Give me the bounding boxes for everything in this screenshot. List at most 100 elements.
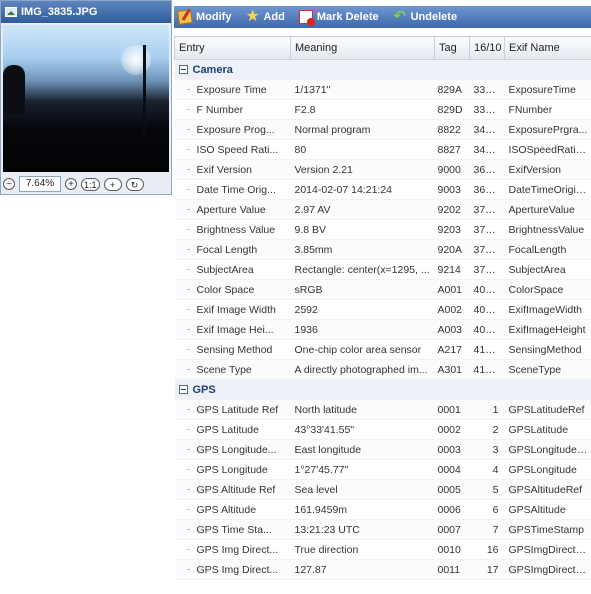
- add-button[interactable]: ★ Add: [245, 9, 285, 25]
- table-row[interactable]: GPS Img Direct... True direction 0010 16 GPS…: [174, 539, 591, 560]
- cell-meaning: 1936: [290, 319, 435, 340]
- cell-meaning: 3.85mm: [290, 239, 435, 260]
- group-row-camera[interactable]: Camera: [174, 59, 591, 80]
- delete-icon: [298, 10, 315, 26]
- column-header-tag[interactable]: Tag: [434, 36, 470, 60]
- column-header-decimal[interactable]: 16/10: [469, 36, 505, 60]
- cell-exif-name: GPSAltitude: [504, 499, 591, 520]
- table-row[interactable]: Date Time Orig... 2014-02-07 14:21:24 9003…: [174, 179, 591, 200]
- cell-tag: A001: [434, 279, 470, 300]
- table-row[interactable]: GPS Altitude 161.9459m 0006 6 GPSAltitude: [174, 499, 591, 520]
- cell-entry: GPS Altitude Ref: [174, 479, 291, 500]
- cell-tag: 0004: [434, 459, 470, 480]
- table-row[interactable]: Aperture Value 2.97 AV 9202 37378 ApertureVa…: [174, 199, 591, 220]
- cell-tag: 0005: [434, 479, 470, 500]
- table-row[interactable]: Exposure Prog... Normal program 8822 34850 E…: [174, 119, 591, 140]
- cell-exif-name: ExposurePrgra...: [504, 119, 591, 140]
- cell-exif-name: GPSImgDirectio...: [504, 539, 591, 560]
- cell-meaning: 2.97 AV: [290, 199, 435, 220]
- fit-window-button[interactable]: +: [103, 177, 122, 191]
- table-row[interactable]: Exif Version Version 2.21 9000 36864 ExifVer…: [174, 159, 591, 180]
- column-header-entry[interactable]: Entry: [174, 36, 291, 60]
- preview-filename: IMG_3835.JPG: [21, 6, 98, 18]
- cell-entry: Date Time Orig...: [174, 179, 291, 200]
- cell-exif-name: DateTimeOriginal: [504, 179, 591, 200]
- table-row[interactable]: GPS Time Sta... 13:21:23 UTC 0007 7 GPSTimeS…: [174, 519, 591, 540]
- table-row[interactable]: GPS Longitude 1°27'45.77" 0004 4 GPSLongitud…: [174, 459, 591, 480]
- undo-arrow-icon: ↶: [393, 8, 406, 25]
- table-row[interactable]: Brightness Value 9.8 BV 9203 37379 Brightnes…: [174, 219, 591, 240]
- table-row[interactable]: GPS Altitude Ref Sea level 0005 5 GPSAltitud…: [174, 479, 591, 500]
- rotate-button[interactable]: ↻: [125, 177, 144, 191]
- cell-entry: Aperture Value: [174, 199, 291, 220]
- cell-exif-name: SensingMethod: [504, 339, 591, 360]
- cell-tag: 9203: [434, 219, 470, 240]
- column-header-meaning[interactable]: Meaning: [290, 36, 435, 60]
- modify-button[interactable]: Modify: [177, 9, 232, 25]
- table-row[interactable]: Scene Type A directly photographed im... A…: [174, 359, 591, 380]
- cell-entry: Scene Type: [174, 359, 291, 380]
- cell-exif-name: BrightnessValue: [504, 219, 591, 240]
- cell-meaning: Version 2.21: [290, 159, 435, 180]
- cell-exif-name: FNumber: [504, 99, 591, 120]
- collapse-minus-icon[interactable]: [178, 385, 188, 395]
- zoom-out-button[interactable]: −: [3, 178, 15, 190]
- cell-exif-name: GPSAltitudeRef: [504, 479, 591, 500]
- exif-table-container[interactable]: Entry Meaning Tag 16/10 Exif Name Camera…: [174, 36, 591, 594]
- table-row[interactable]: Exif Image Hei... 1936 A003 40963 ExifImageH…: [174, 319, 591, 340]
- modify-label: Modify: [196, 11, 232, 23]
- undelete-button[interactable]: ↶ Undelete: [393, 8, 457, 25]
- table-row[interactable]: GPS Longitude... East longitude 0003 3 GPSLo…: [174, 439, 591, 460]
- column-header-exif-name[interactable]: Exif Name: [504, 36, 591, 60]
- cell-entry: Exif Version: [174, 159, 291, 180]
- table-row[interactable]: F Number F2.8 829D 33437 FNumber: [174, 99, 591, 120]
- table-header-row: Entry Meaning Tag 16/10 Exif Name: [174, 36, 591, 60]
- table-row[interactable]: Sensing Method One-chip color area sensor…: [174, 339, 591, 360]
- cell-meaning: 127.87: [290, 559, 435, 580]
- group-label: Camera: [192, 63, 233, 76]
- cell-meaning: F2.8: [290, 99, 435, 120]
- cell-entry: Sensing Method: [174, 339, 291, 360]
- add-label: Add: [263, 11, 285, 23]
- cell-meaning: Rectangle: center(x=1295, ...: [290, 259, 435, 280]
- table-row[interactable]: Color Space sRGB A001 40961 ColorSpace: [174, 279, 591, 300]
- table-row[interactable]: Exif Image Width 2592 A002 40962 ExifImageWi…: [174, 299, 591, 320]
- cell-meaning: 161.9459m: [290, 499, 435, 520]
- table-row[interactable]: Exposure Time 1/1371" 829A 33434 ExposureTim…: [174, 79, 591, 100]
- table-row[interactable]: SubjectArea Rectangle: center(x=1295, ...…: [174, 259, 591, 280]
- table-row[interactable]: ISO Speed Rati... 80 8827 34855 ISOSpeedRati…: [174, 139, 591, 160]
- group-row-gps[interactable]: GPS: [174, 379, 591, 400]
- cell-meaning: 9.8 BV: [290, 219, 435, 240]
- zoom-level-field[interactable]: 7.64%: [19, 176, 61, 192]
- actual-size-button[interactable]: 1:1: [81, 177, 100, 191]
- mark-delete-label: Mark Delete: [316, 11, 379, 23]
- cell-entry: Exif Image Hei...: [174, 319, 291, 340]
- image-preview-panel: IMG_3835.JPG − 7.64% + 1:1 + ↻: [0, 0, 172, 195]
- cell-exif-name: FocalLength: [504, 239, 591, 260]
- cell-decimal: 33437: [469, 99, 505, 120]
- cell-decimal: 40962: [469, 299, 505, 320]
- cell-decimal: 2: [469, 419, 505, 440]
- photo-thumbnail: [3, 25, 169, 172]
- table-row[interactable]: Focal Length 3.85mm 920A 37386 FocalLength: [174, 239, 591, 260]
- cell-entry: Focal Length: [174, 239, 291, 260]
- cell-tag: A301: [434, 359, 470, 380]
- cell-meaning: North latitude: [290, 399, 435, 420]
- table-row[interactable]: GPS Latitude Ref North latitude 0001 1 GPSLa…: [174, 399, 591, 420]
- cell-meaning: 2592: [290, 299, 435, 320]
- collapse-minus-icon[interactable]: [178, 65, 188, 75]
- cell-entry: Exposure Time: [174, 79, 291, 100]
- cell-exif-name: ExifVersion: [504, 159, 591, 180]
- cell-exif-name: GPSLatitude: [504, 419, 591, 440]
- cell-tag: A002: [434, 299, 470, 320]
- mark-delete-button[interactable]: Mark Delete: [298, 10, 379, 26]
- cell-meaning: sRGB: [290, 279, 435, 300]
- exif-toolbar: Modify ★ Add Mark Delete ↶ Undelete: [174, 6, 591, 28]
- table-row[interactable]: GPS Latitude 43°33'41.55" 0002 2 GPSLatitude: [174, 419, 591, 440]
- cell-entry: SubjectArea: [174, 259, 291, 280]
- cell-meaning: East longitude: [290, 439, 435, 460]
- zoom-in-button[interactable]: +: [65, 178, 77, 190]
- table-row[interactable]: GPS Img Direct... 127.87 0011 17 GPSImgDirec…: [174, 559, 591, 580]
- cell-tag: 829A: [434, 79, 470, 100]
- cell-decimal: 16: [469, 539, 505, 560]
